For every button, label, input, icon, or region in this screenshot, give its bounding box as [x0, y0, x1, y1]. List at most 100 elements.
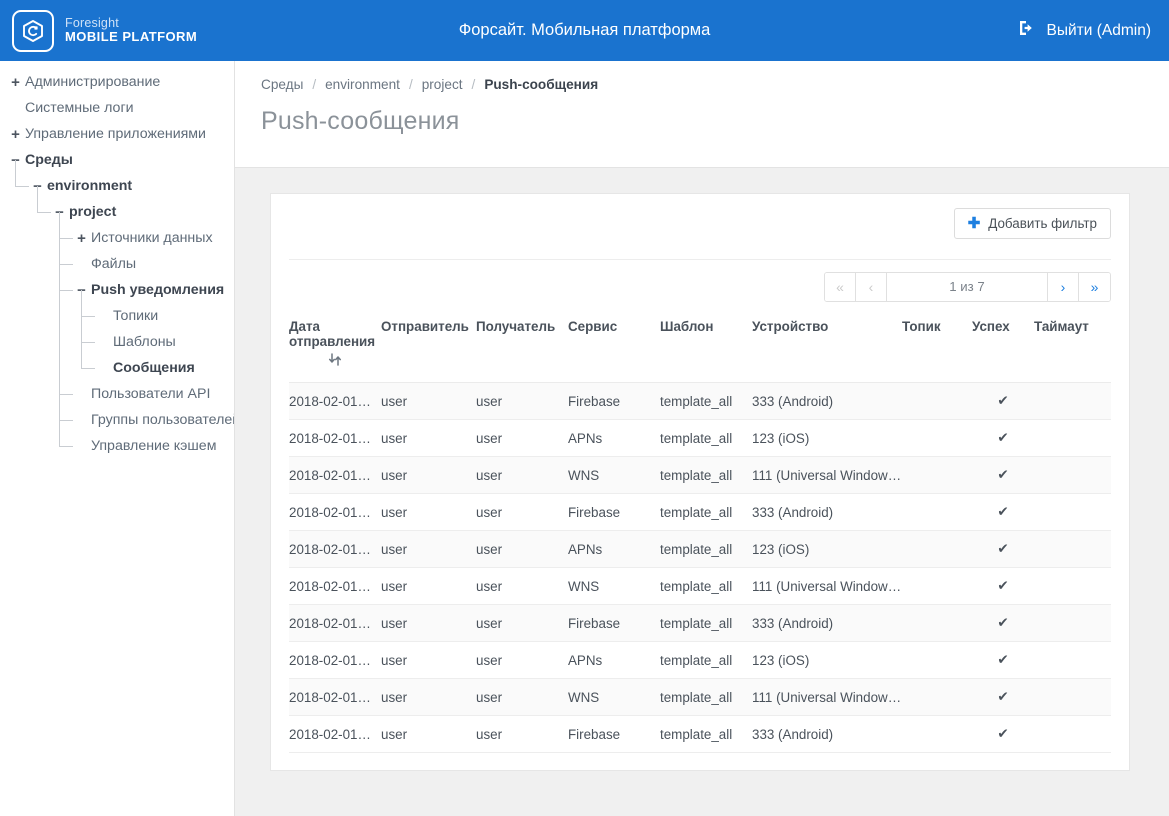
cell-date[interactable]: 2018-02-01… [289, 531, 381, 568]
cell-template[interactable]: template_all [660, 642, 752, 679]
cell-template[interactable]: template_all [660, 531, 752, 568]
cell-device[interactable]: 111 (Universal Windows… [752, 679, 902, 716]
cell-device[interactable]: 333 (Android) [752, 605, 902, 642]
sidebar-item-6[interactable]: +Источники данных [0, 225, 234, 251]
cell-date[interactable]: 2018-02-01… [289, 568, 381, 605]
cell-template[interactable]: template_all [660, 457, 752, 494]
column-header-sender[interactable]: Отправитель [381, 313, 476, 383]
cell-template[interactable]: template_all [660, 716, 752, 753]
cell-sender[interactable]: user [381, 642, 476, 679]
cell-device[interactable]: 333 (Android) [752, 716, 902, 753]
sidebar-item-8[interactable]: −Push уведомления [0, 277, 234, 303]
cell-receiver[interactable]: user [476, 679, 568, 716]
table-row[interactable]: 2018-02-01…useruserFirebasetemplate_all3… [289, 383, 1111, 420]
expand-icon[interactable]: + [8, 75, 23, 90]
column-header-service[interactable]: Сервис [568, 313, 660, 383]
cell-sender[interactable]: user [381, 383, 476, 420]
logout-button[interactable]: Выйти (Admin) [1018, 0, 1151, 61]
table-row[interactable]: 2018-02-01…useruserAPNstemplate_all123 (… [289, 642, 1111, 679]
collapse-icon[interactable]: − [52, 205, 67, 220]
cell-template[interactable]: template_all [660, 383, 752, 420]
column-header-success[interactable]: Успех [972, 313, 1034, 383]
cell-sender[interactable]: user [381, 420, 476, 457]
cell-device[interactable]: 333 (Android) [752, 383, 902, 420]
column-header-template[interactable]: Шаблон [660, 313, 752, 383]
cell-receiver[interactable]: user [476, 642, 568, 679]
table-row[interactable]: 2018-02-01…useruserAPNstemplate_all123 (… [289, 420, 1111, 457]
cell-device[interactable]: 333 (Android) [752, 494, 902, 531]
table-row[interactable]: 2018-02-01…useruserFirebasetemplate_all3… [289, 494, 1111, 531]
table-row[interactable]: 2018-02-01…useruserWNStemplate_all111 (U… [289, 679, 1111, 716]
cell-date[interactable]: 2018-02-01… [289, 716, 381, 753]
cell-receiver[interactable]: user [476, 420, 568, 457]
cell-date[interactable]: 2018-02-01… [289, 457, 381, 494]
expand-icon[interactable]: + [8, 127, 23, 142]
table-row[interactable]: 2018-02-01…useruserFirebasetemplate_all3… [289, 605, 1111, 642]
sidebar-item-14[interactable]: Управление кэшем [0, 433, 234, 459]
cell-template[interactable]: template_all [660, 605, 752, 642]
cell-device[interactable]: 111 (Universal Windows… [752, 568, 902, 605]
cell-receiver[interactable]: user [476, 531, 568, 568]
cell-date[interactable]: 2018-02-01… [289, 679, 381, 716]
column-header-timeout[interactable]: Таймаут [1034, 313, 1110, 383]
sidebar-nav[interactable]: +АдминистрированиеСистемные логи+Управле… [0, 61, 235, 816]
sidebar-item-13[interactable]: Группы пользователей [0, 407, 234, 433]
sidebar-item-0[interactable]: +Администрирование [0, 69, 234, 95]
cell-device[interactable]: 123 (iOS) [752, 420, 902, 457]
sidebar-item-7[interactable]: Файлы [0, 251, 234, 277]
breadcrumb-item-1[interactable]: environment [325, 77, 400, 92]
cell-sender[interactable]: user [381, 716, 476, 753]
breadcrumb-item-2[interactable]: project [422, 77, 463, 92]
sidebar-item-1[interactable]: Системные логи [0, 95, 234, 121]
cell-template[interactable]: template_all [660, 679, 752, 716]
cell-sender[interactable]: user [381, 531, 476, 568]
sidebar-item-10[interactable]: Шаблоны [0, 329, 234, 355]
cell-sender[interactable]: user [381, 494, 476, 531]
column-header-receiver[interactable]: Получатель [476, 313, 568, 383]
cell-device[interactable]: 123 (iOS) [752, 642, 902, 679]
cell-sender[interactable]: user [381, 568, 476, 605]
cell-receiver[interactable]: user [476, 605, 568, 642]
sidebar-item-9[interactable]: Топики [0, 303, 234, 329]
collapse-icon[interactable]: − [30, 179, 45, 194]
cell-sender[interactable]: user [381, 679, 476, 716]
cell-receiver[interactable]: user [476, 716, 568, 753]
collapse-icon[interactable]: − [74, 283, 89, 298]
cell-sender[interactable]: user [381, 457, 476, 494]
breadcrumb-item-0[interactable]: Среды [261, 77, 303, 92]
sidebar-item-4[interactable]: −environment [0, 173, 234, 199]
sidebar-item-12[interactable]: Пользователи API [0, 381, 234, 407]
table-row[interactable]: 2018-02-01…useruserWNStemplate_all111 (U… [289, 457, 1111, 494]
cell-date[interactable]: 2018-02-01… [289, 605, 381, 642]
cell-date[interactable]: 2018-02-01… [289, 383, 381, 420]
sort-arrows-icon[interactable] [289, 353, 381, 368]
pagination[interactable]: « ‹ 1 из 7 › » [824, 272, 1111, 302]
table-row[interactable]: 2018-02-01…useruserAPNstemplate_all123 (… [289, 531, 1111, 568]
cell-template[interactable]: template_all [660, 494, 752, 531]
add-filter-button[interactable]: ✚ Добавить фильтр [954, 208, 1111, 239]
column-header-device[interactable]: Устройство [752, 313, 902, 383]
collapse-icon[interactable]: − [8, 153, 23, 168]
sidebar-item-5[interactable]: −project [0, 199, 234, 225]
pagination-last-button[interactable]: » [1079, 273, 1110, 301]
pagination-prev-button[interactable]: ‹ [856, 273, 887, 301]
cell-receiver[interactable]: user [476, 494, 568, 531]
pagination-first-button[interactable]: « [825, 273, 856, 301]
column-header-topic[interactable]: Топик [902, 313, 972, 383]
cell-date[interactable]: 2018-02-01… [289, 642, 381, 679]
sidebar-item-3[interactable]: −Среды [0, 147, 234, 173]
cell-date[interactable]: 2018-02-01… [289, 494, 381, 531]
table-row[interactable]: 2018-02-01…useruserFirebasetemplate_all3… [289, 716, 1111, 753]
expand-icon[interactable]: + [74, 231, 89, 246]
cell-date[interactable]: 2018-02-01… [289, 420, 381, 457]
cell-sender[interactable]: user [381, 605, 476, 642]
cell-template[interactable]: template_all [660, 420, 752, 457]
column-header-date[interactable]: Дата отправления [289, 313, 381, 383]
pagination-next-button[interactable]: › [1048, 273, 1079, 301]
cell-device[interactable]: 111 (Universal Windows… [752, 457, 902, 494]
cell-device[interactable]: 123 (iOS) [752, 531, 902, 568]
sidebar-item-2[interactable]: +Управление приложениями [0, 121, 234, 147]
table-row[interactable]: 2018-02-01…useruserWNStemplate_all111 (U… [289, 568, 1111, 605]
sidebar-item-11[interactable]: Сообщения [0, 355, 234, 381]
cell-receiver[interactable]: user [476, 457, 568, 494]
